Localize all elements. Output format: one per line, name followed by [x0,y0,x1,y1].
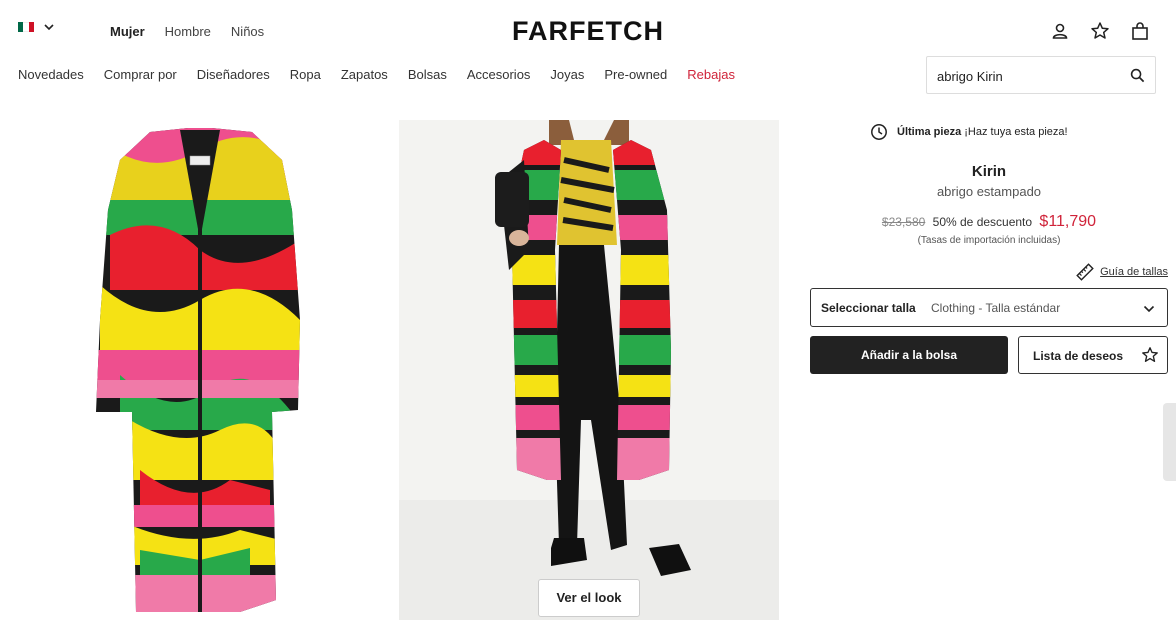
nav-novedades[interactable]: Novedades [18,67,84,82]
nav-ropa[interactable]: Ropa [290,67,321,82]
nav-rebajas[interactable]: Rebajas [687,67,735,82]
view-look-button[interactable]: Ver el look [538,579,640,617]
size-select[interactable]: Seleccionar talla Clothing - Talla están… [810,288,1168,327]
product-description: abrigo estampado [936,184,1042,199]
product-image-front[interactable] [0,120,398,620]
nav-accesorios[interactable]: Accesorios [467,67,531,82]
price-block: $23,580 50% de descuento $11,790 [810,213,1168,231]
ruler-icon [1076,263,1094,281]
header-actions [1050,21,1150,41]
top-bar: Mujer Hombre Niños FARFETCH [0,0,1176,62]
star-icon[interactable] [1090,21,1110,41]
size-guide-label: Guía de tallas [1100,266,1168,278]
bag-icon[interactable] [1130,21,1150,41]
discount-label: 50% de descuento [932,215,1033,229]
nav-joyas[interactable]: Joyas [550,67,584,82]
star-icon [1142,347,1158,362]
stock-notice-text: ¡Haz tuya esta pieza! [964,126,1068,138]
nav-disenadores[interactable]: Diseñadores [197,67,270,82]
site-logo[interactable]: FARFETCH [0,16,1176,47]
sale-price: $11,790 [1039,213,1097,230]
product-brand[interactable]: Kirin [810,163,1168,180]
stock-notice-strong: Última pieza [897,126,962,138]
nav-bolsas[interactable]: Bolsas [408,67,447,82]
stock-notice: Última pieza ¡Haz tuya esta pieza! [870,123,1068,141]
tax-note: (Tasas de importación incluidas) [917,235,1061,246]
chevron-down-icon [1143,305,1155,313]
search-input[interactable]: abrigo Kirin [926,56,1156,94]
wishlist-label: Lista de deseos [1033,349,1124,363]
size-select-label: Seleccionar talla [821,301,916,315]
category-nav: Novedades Comprar por Diseñadores Ropa Z… [18,67,735,82]
search-input-value: abrigo Kirin [937,69,1003,84]
nav-pre-owned[interactable]: Pre-owned [604,67,667,82]
size-select-value: Clothing - Talla estándar [931,301,1061,315]
wishlist-button[interactable]: Lista de deseos [1018,336,1168,374]
nav-comprar-por[interactable]: Comprar por [104,67,177,82]
account-icon[interactable] [1050,21,1070,41]
clock-icon [871,124,887,140]
size-guide-link[interactable]: Guía de tallas [1076,263,1168,281]
search-icon[interactable] [1130,68,1145,83]
nav-zapatos[interactable]: Zapatos [341,67,388,82]
product-image-model[interactable] [399,120,779,620]
original-price: $23,580 [881,215,926,229]
feedback-tab[interactable] [1163,403,1176,481]
add-to-bag-button[interactable]: Añadir a la bolsa [810,336,1008,374]
